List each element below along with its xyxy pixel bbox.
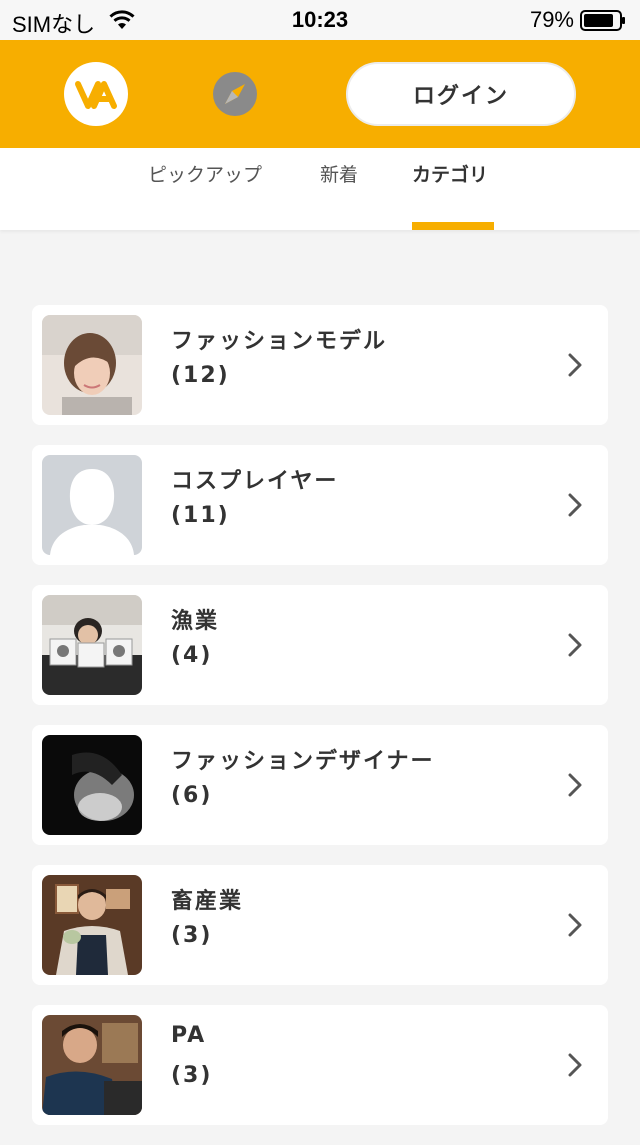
category-name: 畜産業 (171, 889, 244, 914)
app-header: ログイン (0, 40, 640, 148)
category-item-cosplayer[interactable]: コスプレイヤー (11) (32, 445, 608, 565)
category-thumbnail (42, 875, 142, 975)
chevron-right-icon (568, 353, 582, 377)
category-item-fashion-designer[interactable]: ファッションデザイナー (6) (32, 725, 608, 845)
active-tab-indicator (412, 222, 494, 230)
category-count: (3) (171, 923, 213, 948)
category-name: 漁業 (171, 609, 220, 634)
login-button[interactable]: ログイン (346, 62, 576, 126)
battery-icon (580, 10, 625, 31)
status-bar: SIMなし 10:23 79% (0, 0, 640, 40)
category-list: ファッションモデル (12) コスプレイヤー (11) 漁業 (4) ファッショ… (32, 305, 608, 1145)
va-logo-icon (75, 81, 117, 109)
chevron-right-icon (568, 913, 582, 937)
tab-pickup[interactable]: ピックアップ (148, 160, 262, 187)
category-count: (4) (171, 643, 213, 668)
chevron-right-icon (568, 493, 582, 517)
category-thumbnail (42, 1015, 142, 1115)
category-count: (11) (171, 503, 230, 528)
tab-bar: ピックアップ 新着 カテゴリ (0, 148, 640, 230)
category-count: (3) (171, 1063, 213, 1088)
category-name: コスプレイヤー (171, 469, 339, 494)
category-count: (12) (171, 363, 230, 388)
category-count: (6) (171, 783, 213, 808)
category-item-fishery[interactable]: 漁業 (4) (32, 585, 608, 705)
compass-icon[interactable] (212, 71, 258, 117)
tab-new[interactable]: 新着 (320, 160, 358, 187)
category-thumbnail (42, 315, 142, 415)
chevron-right-icon (568, 1053, 582, 1077)
battery-percent: 79% (529, 7, 574, 32)
category-item-livestock[interactable]: 畜産業 (3) (32, 865, 608, 985)
category-thumbnail (42, 735, 142, 835)
category-name: ファッションモデル (171, 329, 388, 354)
category-name: PA (171, 1023, 207, 1048)
category-item-pa[interactable]: PA (3) (32, 1005, 608, 1125)
tab-category[interactable]: カテゴリ (412, 160, 488, 187)
category-item-fashion-model[interactable]: ファッションモデル (12) (32, 305, 608, 425)
chevron-right-icon (568, 773, 582, 797)
chevron-right-icon (568, 633, 582, 657)
app-logo[interactable] (64, 62, 128, 126)
category-thumbnail (42, 595, 142, 695)
category-thumbnail (42, 455, 142, 555)
category-name: ファッションデザイナー (171, 749, 435, 774)
